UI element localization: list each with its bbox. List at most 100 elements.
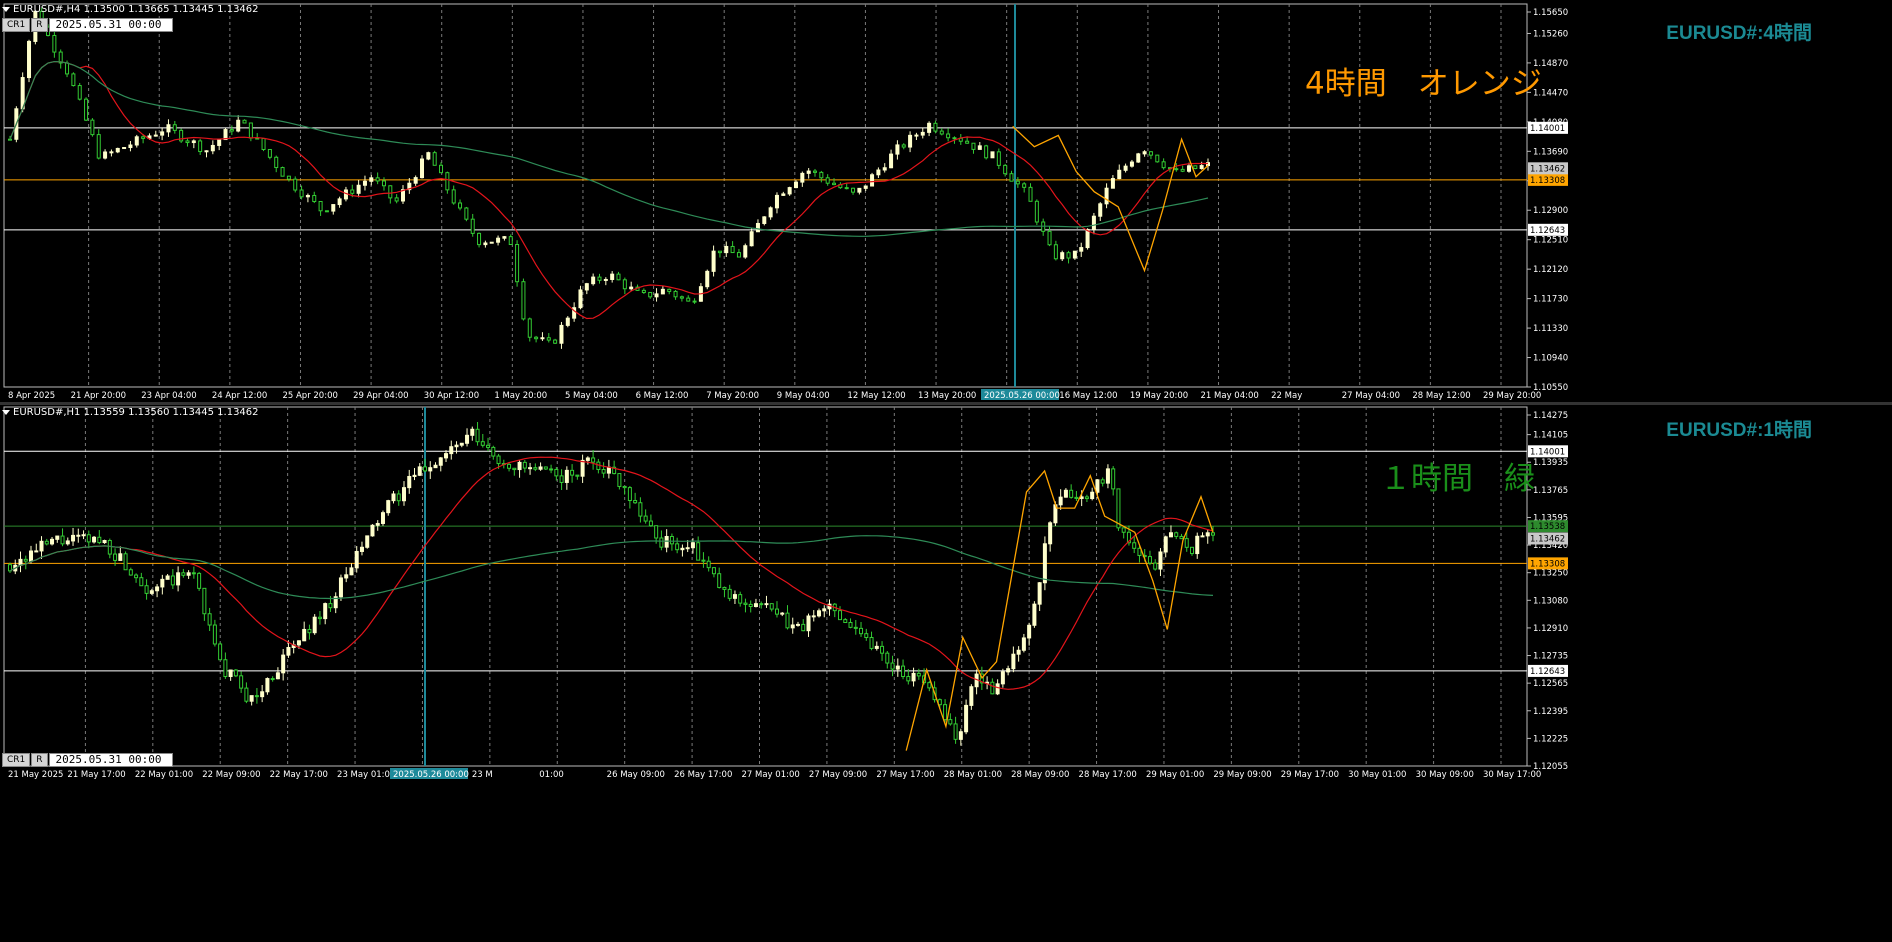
candle-body — [870, 174, 875, 187]
price-axis-label: 1.13250 — [1533, 569, 1568, 579]
candle-body — [522, 461, 527, 469]
price-axis-label: 1.12055 — [1533, 762, 1568, 772]
collapse-triangle-icon[interactable] — [2, 6, 10, 12]
cr-button[interactable]: CR1 — [2, 752, 31, 767]
candle-body — [470, 218, 475, 234]
candle-body — [813, 170, 818, 173]
price-level-text: 1.13538 — [1530, 522, 1565, 532]
collapse-triangle-icon[interactable] — [2, 409, 10, 415]
candle-body — [667, 288, 672, 292]
candle-body — [165, 575, 170, 580]
candle-body — [933, 122, 938, 132]
candle-body — [1091, 215, 1096, 230]
candle-body — [759, 603, 764, 606]
candle-body — [375, 177, 380, 182]
candle-body — [1155, 154, 1160, 163]
candle-body — [527, 318, 532, 338]
candle-body — [848, 622, 853, 628]
candle-body — [1100, 479, 1105, 484]
candle-body — [748, 603, 753, 608]
time-axis-label: 28 May 09:00 — [1011, 770, 1069, 780]
candle-body — [388, 185, 393, 199]
candle-body — [1095, 479, 1100, 493]
candle-body — [394, 197, 399, 202]
candle-body — [795, 623, 800, 626]
price-axis-label: 1.12120 — [1533, 265, 1568, 275]
candle-body — [60, 535, 65, 545]
candle-body — [249, 695, 254, 702]
candle-body — [1058, 496, 1063, 506]
r-button[interactable]: R — [31, 752, 48, 767]
candle-body — [76, 534, 81, 537]
time-axis-label: 29 Apr 04:00 — [353, 391, 408, 401]
candle-body — [160, 578, 165, 588]
candle-body — [1009, 173, 1014, 182]
candle-body — [212, 624, 217, 645]
candle-body — [603, 278, 608, 281]
chart-pane-h1[interactable]: 21 May 2025 21 May 17:00 22 May 01:00 22 Ma… — [0, 405, 1892, 942]
candle-body — [191, 572, 196, 575]
candle-body — [1110, 178, 1115, 189]
candle-body — [1129, 161, 1134, 167]
candle-body — [323, 603, 328, 620]
price-axis-label: 1.15260 — [1533, 29, 1568, 39]
candle-body — [641, 289, 646, 293]
candle-body — [675, 543, 680, 551]
candle-body — [738, 594, 743, 604]
candle-body — [1084, 496, 1089, 500]
chart-controls-h4: CR1 R 2025.05.31 00:00 — [2, 17, 173, 32]
r-button[interactable]: R — [31, 17, 48, 32]
candle-body — [790, 624, 795, 629]
date-input[interactable]: 2025.05.31 00:00 — [48, 17, 173, 32]
candle-body — [1011, 653, 1016, 670]
timeframe-label-h4: 4時間 オレンジ — [1305, 66, 1542, 102]
candle-body — [659, 537, 664, 548]
moving-average-fast — [9, 60, 1208, 320]
candle-body — [1121, 527, 1126, 533]
candle-body — [601, 468, 606, 474]
time-axis-label: 1 May 20:00 — [494, 391, 547, 401]
price-level-text: 1.12643 — [1530, 667, 1565, 677]
candle-body — [622, 485, 627, 489]
candle-body — [77, 85, 82, 100]
chart-pane-h4[interactable]: 8 Apr 2025 21 Apr 20:00 23 Apr 04:00 24 Apr… — [0, 0, 1892, 402]
candle-body — [71, 534, 76, 542]
candle-body — [679, 296, 684, 299]
candle-body — [134, 136, 139, 146]
candle-body — [753, 603, 758, 608]
candle-body — [420, 158, 425, 179]
price-axis-label: 1.13080 — [1533, 596, 1568, 606]
candle-body — [629, 286, 634, 290]
price-level-text: 1.14001 — [1530, 447, 1565, 457]
candle-body — [1053, 244, 1058, 260]
candle-body — [948, 719, 953, 725]
candle-body — [774, 608, 779, 615]
candle-body — [916, 672, 921, 677]
candle-body — [1048, 522, 1053, 545]
candle-body — [204, 150, 209, 153]
candle-body — [244, 687, 249, 702]
candle-body — [857, 187, 862, 193]
time-axis-label: 29 May 09:00 — [1213, 770, 1271, 780]
candle-body — [819, 171, 824, 179]
ohlc-text: EURUSD#,H1 1.13559 1.13560 1.13445 1.134… — [13, 407, 259, 418]
candle-body — [426, 152, 431, 160]
chart-canvas-h4[interactable]: 8 Apr 2025 21 Apr 20:00 23 Apr 04:00 24 Apr… — [0, 0, 1892, 402]
candle-body — [261, 137, 266, 150]
candle-body — [806, 170, 811, 174]
candle-body — [943, 704, 948, 721]
candle-body — [606, 466, 611, 474]
date-input[interactable]: 2025.05.31 00:00 — [48, 752, 173, 767]
candle-body — [181, 572, 186, 576]
chart-canvas-h1[interactable]: 21 May 2025 21 May 17:00 22 May 01:00 22 Ma… — [0, 405, 1892, 942]
candle-body — [1161, 161, 1166, 169]
candle-body — [370, 524, 375, 537]
candle-body — [1123, 165, 1128, 171]
candle-body — [844, 187, 849, 190]
price-axis-label: 1.10550 — [1533, 383, 1568, 393]
candle-body — [486, 444, 491, 448]
candle-body — [27, 40, 32, 79]
candle-body — [971, 142, 976, 150]
candle-body — [1060, 252, 1065, 260]
cr-button[interactable]: CR1 — [2, 17, 31, 32]
